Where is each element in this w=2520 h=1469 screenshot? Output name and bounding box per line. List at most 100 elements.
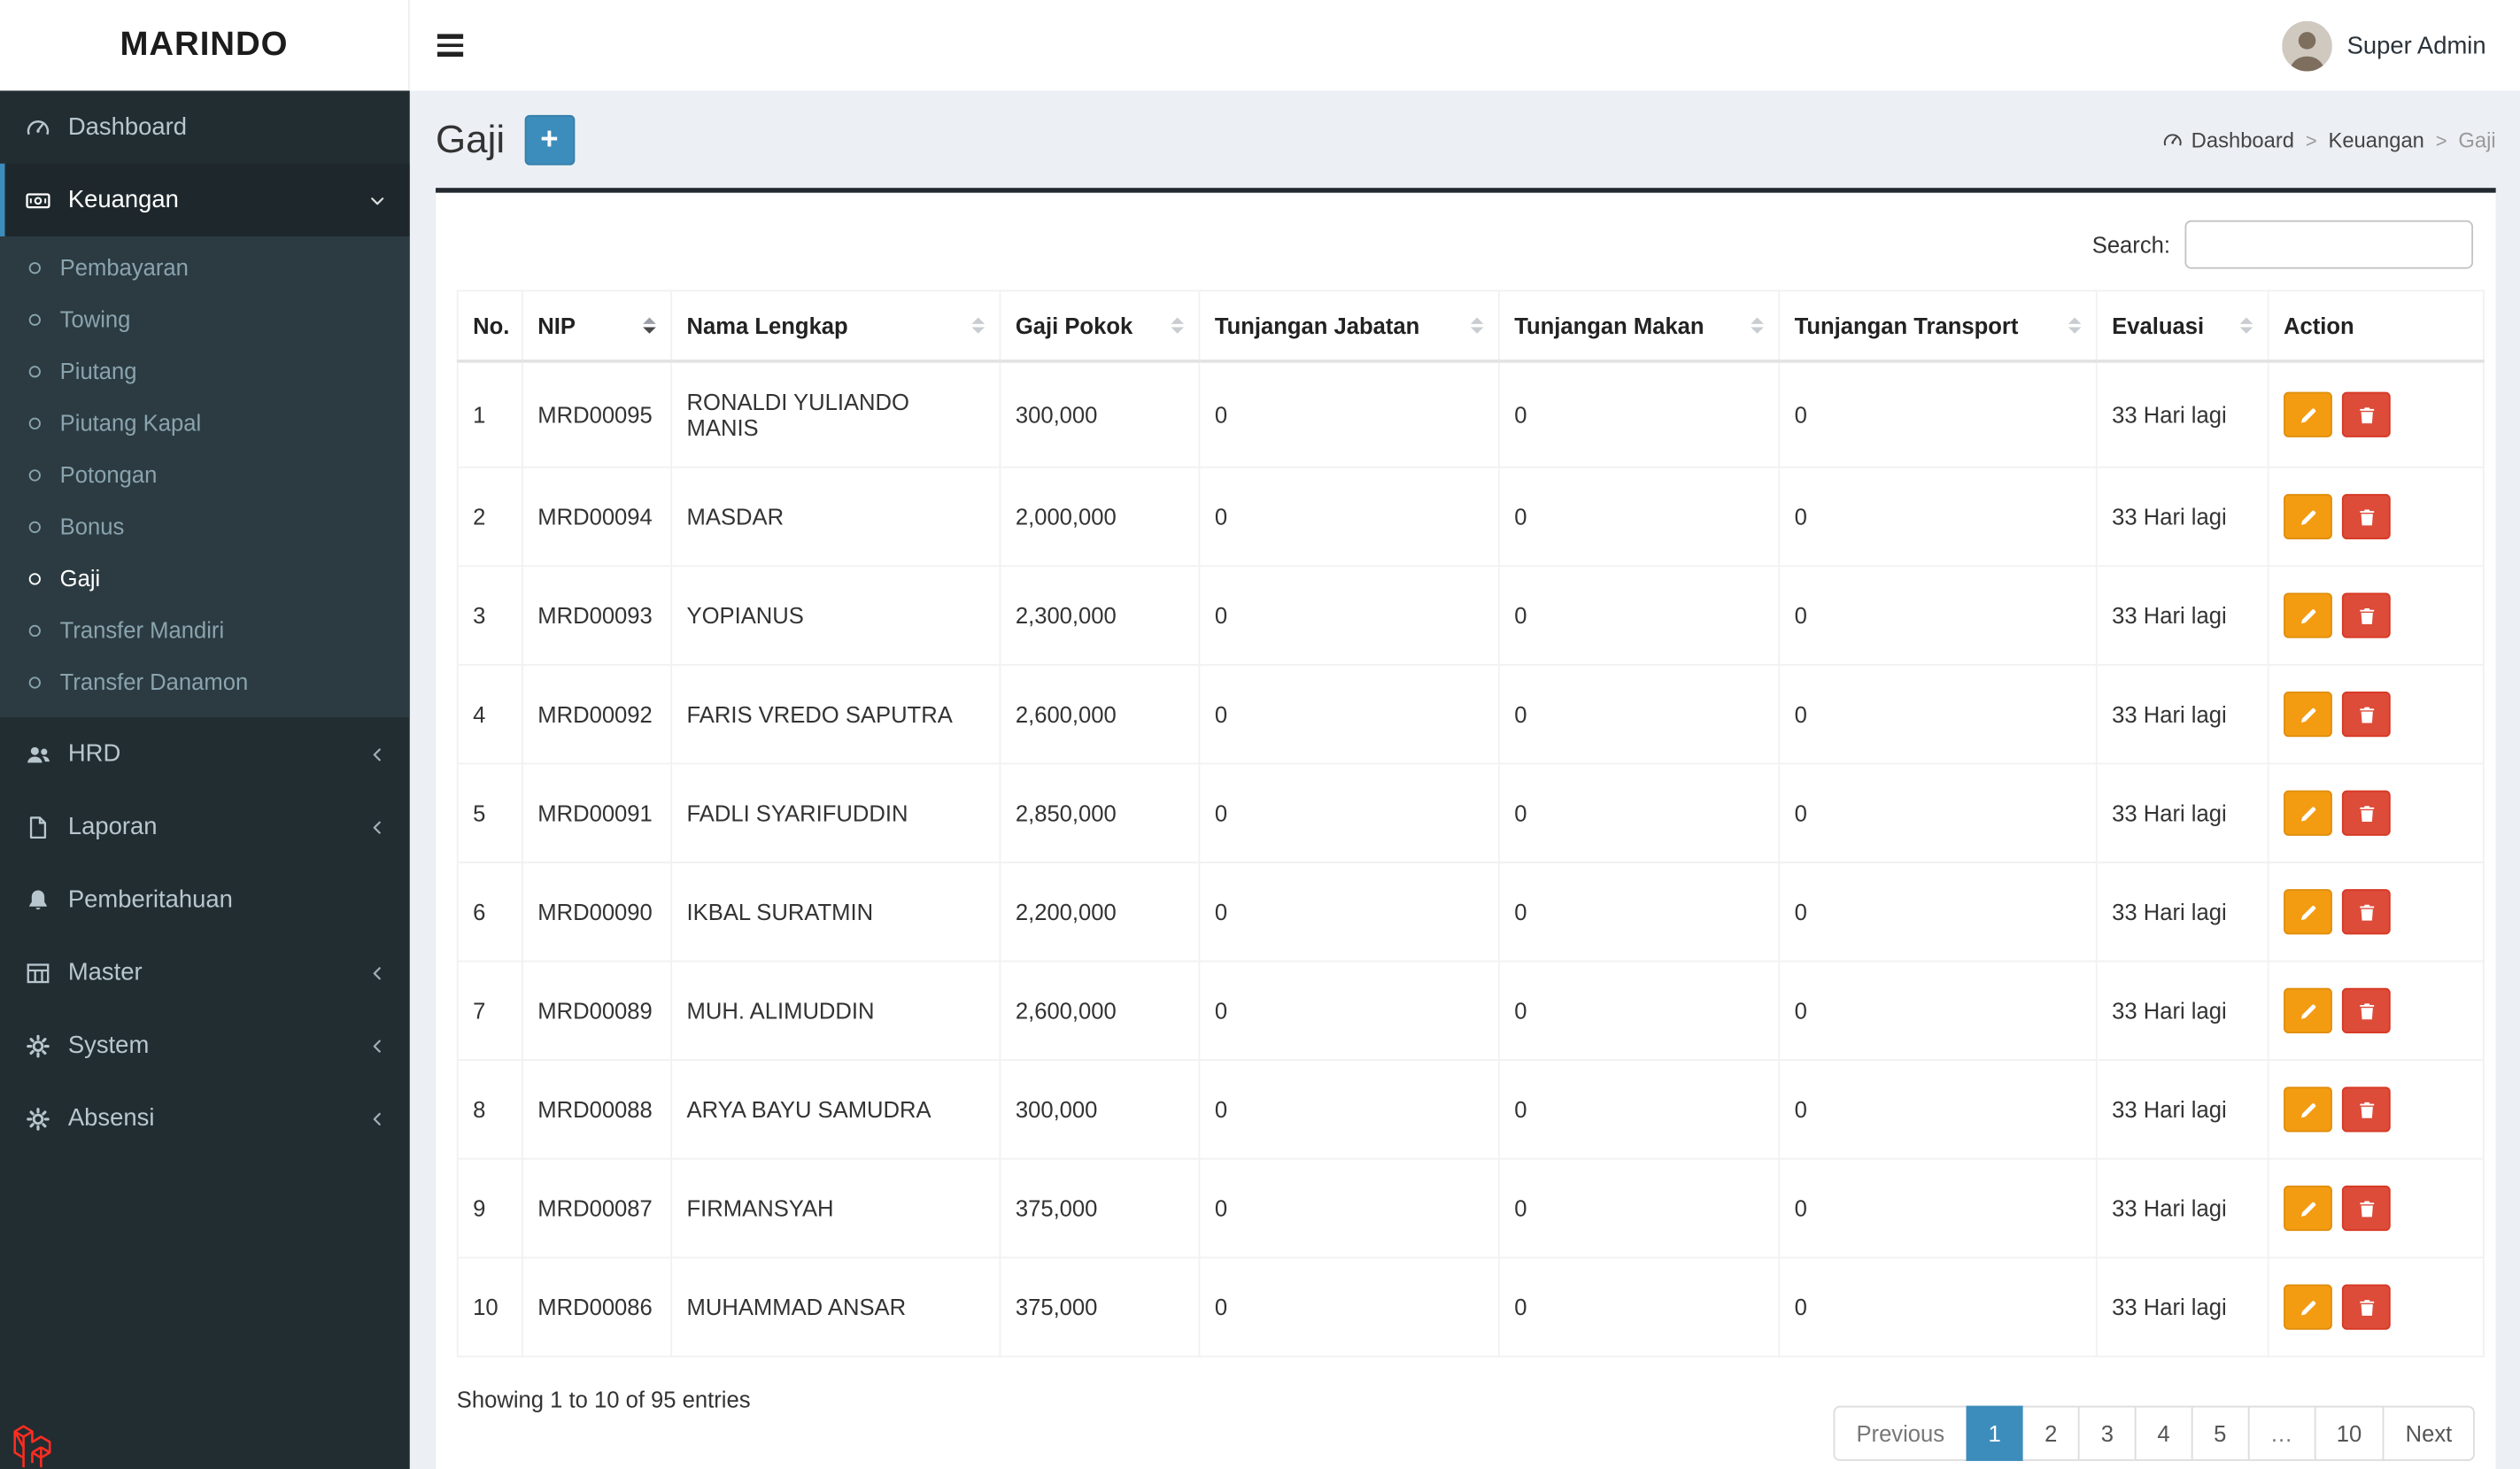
column-header-evaluasi[interactable]: Evaluasi: [2095, 290, 2269, 363]
sidebar-subitem-label: Piutang Kapal: [59, 409, 202, 437]
sidebar-link-system[interactable]: System: [0, 1009, 410, 1082]
cell-gaji-pokok: 375,000: [999, 1256, 1201, 1357]
search-input[interactable]: [2184, 220, 2474, 269]
breadcrumb-label: Gaji: [2458, 128, 2496, 152]
pagination-next[interactable]: Next: [2382, 1405, 2475, 1461]
column-header-nip[interactable]: NIP: [521, 290, 673, 363]
user-menu[interactable]: Super Admin: [2282, 19, 2520, 71]
bell-icon: [24, 886, 51, 912]
sidebar-link-laporan[interactable]: Laporan: [0, 791, 410, 863]
cell-gaji-pokok: 2,300,000: [999, 565, 1201, 666]
sidebar-subitem-label: Potongan: [59, 461, 158, 488]
sidebar-link-dashboard[interactable]: Dashboard: [0, 90, 410, 163]
delete-button[interactable]: [2341, 391, 2391, 437]
chevron-left-icon: [367, 1036, 387, 1055]
column-header-gaji-pokok[interactable]: Gaji Pokok: [999, 290, 1201, 363]
cell-no: 2: [456, 466, 523, 568]
breadcrumb-label: Dashboard: [2191, 128, 2295, 152]
trash-icon: [2355, 704, 2377, 725]
cell-nama-lengkap: RONALDI YULIANDO MANIS: [670, 360, 1001, 468]
pencil-icon: [2298, 704, 2319, 725]
cell-nama-lengkap: FADLI SYARIFUDDIN: [670, 762, 1001, 863]
delete-button[interactable]: [2341, 1086, 2391, 1133]
delete-button[interactable]: [2341, 889, 2391, 935]
cell-no: 6: [456, 862, 523, 963]
delete-button[interactable]: [2341, 1284, 2391, 1330]
sidebar-link-keuangan[interactable]: Keuangan: [0, 163, 410, 237]
column-label: NIP: [537, 313, 576, 339]
sidebar-link-pemberitahuan[interactable]: Pemberitahuan: [0, 863, 410, 936]
edit-button[interactable]: [2284, 391, 2332, 437]
sidebar-toggle-button[interactable]: [410, 0, 491, 90]
sort-icon: [643, 317, 656, 334]
column-header-tunjangan-transport[interactable]: Tunjangan Transport: [1778, 290, 2098, 363]
column-header-nama-lengkap[interactable]: Nama Lengkap: [670, 290, 1001, 363]
cell-tunjangan-makan: 0: [1497, 360, 1781, 468]
pagination-page-1[interactable]: 1: [1965, 1405, 2024, 1461]
cell-evaluasi: 33 Hari lagi: [2095, 960, 2269, 1062]
sidebar-sublink-pembayaran[interactable]: Pembayaran: [0, 242, 410, 294]
cell-gaji-pokok: 2,200,000: [999, 862, 1201, 963]
sidebar-sublink-towing[interactable]: Towing: [0, 293, 410, 345]
sidebar-link-absensi[interactable]: Absensi: [0, 1082, 410, 1155]
delete-button[interactable]: [2341, 1185, 2391, 1232]
pagination-page-10[interactable]: 10: [2314, 1405, 2385, 1461]
sidebar-item-label: Laporan: [67, 813, 158, 841]
delete-button[interactable]: [2341, 493, 2391, 540]
sidebar-sublink-transfer-danamon[interactable]: Transfer Danamon: [0, 656, 410, 708]
edit-button[interactable]: [2284, 987, 2332, 1033]
cell-tunjangan-jabatan: 0: [1198, 1256, 1500, 1357]
cell-gaji-pokok: 300,000: [999, 360, 1201, 468]
pagination-page-2[interactable]: 2: [2021, 1405, 2080, 1461]
cell-tunjangan-transport: 0: [1778, 663, 2098, 765]
sidebar-item-label: HRD: [67, 739, 121, 768]
cell-tunjangan-jabatan: 0: [1198, 466, 1500, 568]
edit-button[interactable]: [2284, 1086, 2332, 1133]
sidebar-sublink-piutang[interactable]: Piutang: [0, 345, 410, 398]
breadcrumb-item-dashboard[interactable]: Dashboard: [2162, 128, 2295, 152]
cell-nama-lengkap: FARIS VREDO SAPUTRA: [670, 663, 1001, 765]
column-label: Tunjangan Transport: [1794, 313, 2019, 339]
sidebar-sublink-bonus[interactable]: Bonus: [0, 500, 410, 553]
delete-button[interactable]: [2341, 790, 2391, 836]
sidebar-item-label: Pemberitahuan: [67, 885, 233, 914]
cell-nip: MRD00093: [521, 565, 673, 666]
cell-nip: MRD00091: [521, 762, 673, 863]
edit-button[interactable]: [2284, 790, 2332, 836]
sidebar-sublink-transfer-mandiri[interactable]: Transfer Mandiri: [0, 604, 410, 656]
delete-button[interactable]: [2341, 692, 2391, 738]
edit-button[interactable]: [2284, 692, 2332, 738]
edit-button[interactable]: [2284, 1284, 2332, 1330]
pagination-page-5[interactable]: 5: [2191, 1405, 2249, 1461]
cell-tunjangan-transport: 0: [1778, 862, 2098, 963]
delete-button[interactable]: [2341, 987, 2391, 1033]
edit-button[interactable]: [2284, 493, 2332, 540]
cell-tunjangan-transport: 0: [1778, 565, 2098, 666]
breadcrumb-item-keuangan[interactable]: Keuangan: [2328, 128, 2423, 151]
edit-button[interactable]: [2284, 889, 2332, 935]
sidebar-sublink-gaji[interactable]: Gaji: [0, 553, 410, 605]
sort-icon: [1470, 317, 1484, 334]
sidebar-item-label: Master: [67, 958, 143, 986]
edit-button[interactable]: [2284, 592, 2332, 638]
pagination-page-3[interactable]: 3: [2078, 1405, 2137, 1461]
pencil-icon: [2298, 506, 2319, 528]
pagination-page-4[interactable]: 4: [2134, 1405, 2193, 1461]
pencil-icon: [2298, 1000, 2319, 1021]
cell-nip: MRD00090: [521, 862, 673, 963]
sidebar-item-pemberitahuan: Pemberitahuan: [0, 863, 410, 936]
sidebar-sublink-piutang-kapal[interactable]: Piutang Kapal: [0, 397, 410, 449]
sidebar-sublink-potongan[interactable]: Potongan: [0, 449, 410, 501]
brand-logo[interactable]: MARINDO: [0, 0, 410, 91]
trash-icon: [2355, 802, 2377, 823]
sidebar-link-master[interactable]: Master: [0, 936, 410, 1009]
column-header-tunjangan-makan[interactable]: Tunjangan Makan: [1497, 290, 1781, 363]
edit-button[interactable]: [2284, 1185, 2332, 1232]
column-label: Tunjangan Jabatan: [1214, 313, 1420, 339]
add-button[interactable]: +: [524, 114, 575, 166]
sidebar-link-hrd[interactable]: HRD: [0, 717, 410, 790]
sort-icon: [1751, 317, 1764, 334]
delete-button[interactable]: [2341, 592, 2391, 638]
money-icon: [24, 187, 51, 213]
column-header-tunjangan-jabatan[interactable]: Tunjangan Jabatan: [1198, 290, 1500, 363]
